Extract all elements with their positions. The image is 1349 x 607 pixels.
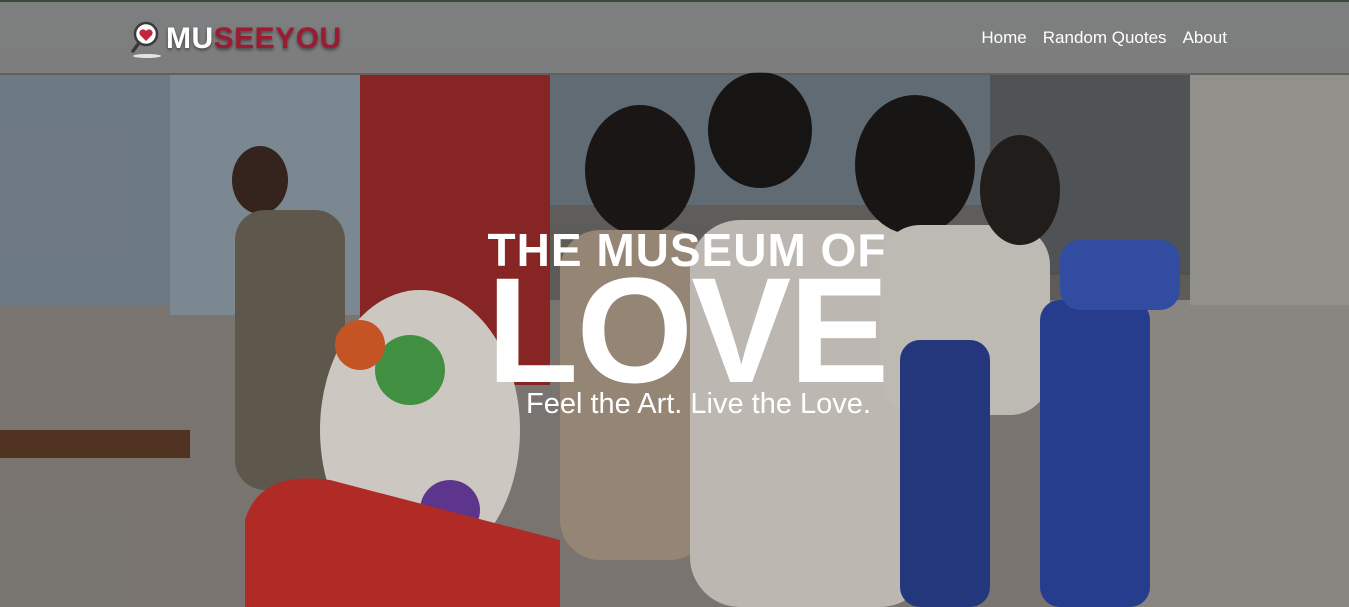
brand-name-part2: SEEYOU (213, 22, 342, 55)
navbar: MUSEEYOU Home Random Quotes About (0, 0, 1349, 73)
nav-link-random-quotes[interactable]: Random Quotes (1043, 28, 1167, 48)
brand-name-part1: MU (166, 22, 214, 55)
magnifier-heart-icon (131, 21, 161, 58)
hero-title-line2: LOVE (486, 246, 889, 414)
nav-link-about[interactable]: About (1183, 28, 1227, 48)
nav-link-home[interactable]: Home (981, 28, 1026, 48)
brand-logo[interactable]: MUSEEYOU (130, 18, 342, 60)
nav-menu: Home Random Quotes About (981, 28, 1227, 48)
hero-tagline: Feel the Art. Live the Love. (526, 388, 871, 420)
hero-title: THE MUSEUM OF LOVE (0, 226, 1349, 414)
brand-name: MUSEEYOU (166, 22, 342, 56)
